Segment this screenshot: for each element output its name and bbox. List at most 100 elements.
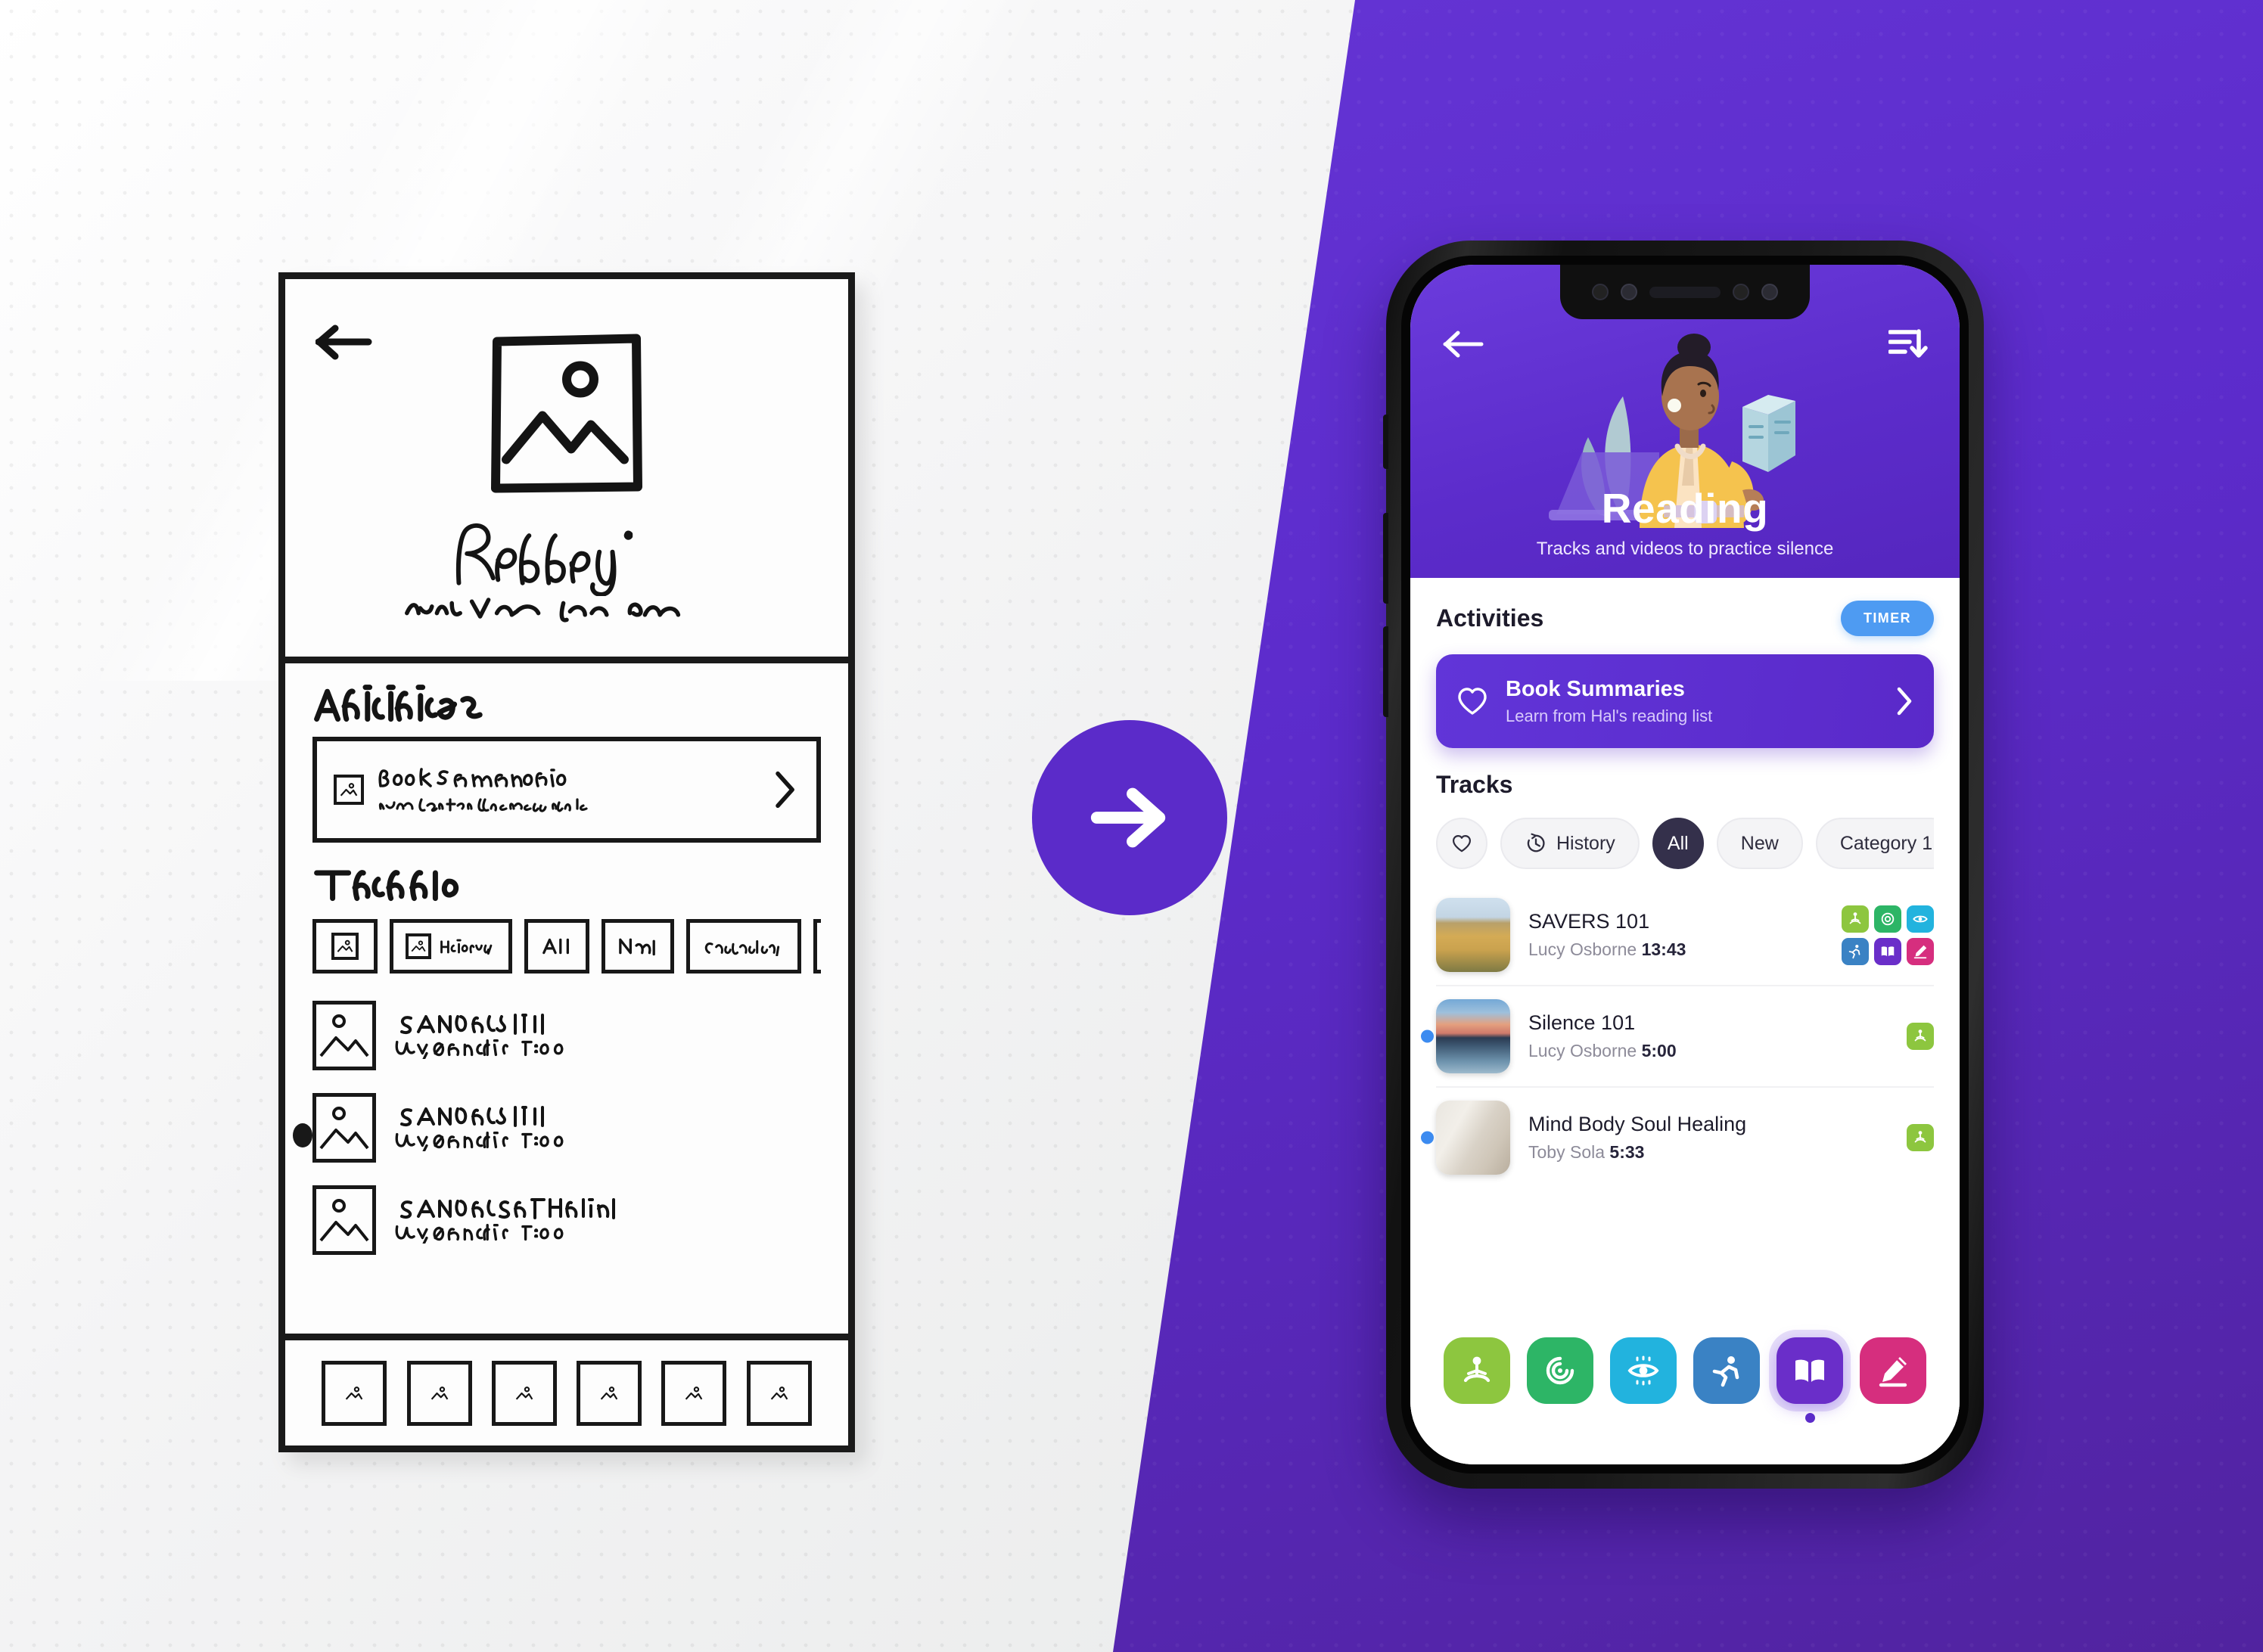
- transition-arrow-badge: [1032, 720, 1227, 915]
- track-info: SAVERS 101 Lucy Osborne 13:43: [1528, 910, 1819, 960]
- nav-item-affirmation[interactable]: [1527, 1337, 1593, 1404]
- wireframe-nav-item: [577, 1360, 642, 1426]
- chip-new[interactable]: New: [1716, 818, 1803, 869]
- track-row[interactable]: Silence 101 Lucy Osborne 5:00: [1421, 985, 1934, 1086]
- activity-card-text: Book Summaries Learn from Hal's reading …: [1506, 677, 1878, 726]
- open-book-icon: [1881, 946, 1895, 956]
- badge-exercise: [1842, 937, 1869, 965]
- timer-button[interactable]: TIMER: [1841, 601, 1934, 636]
- sensor-icon: [1733, 284, 1749, 300]
- image-placeholder-icon: [515, 1386, 533, 1400]
- nav-button-affirmation[interactable]: [1527, 1337, 1593, 1404]
- track-title: Silence 101: [1528, 1011, 1636, 1034]
- bottom-navigation-bar[interactable]: [1410, 1321, 1960, 1464]
- wireframe-title-scribble: [455, 523, 633, 596]
- wireframe-activity-title-scribble: [378, 768, 567, 787]
- badge-silence: [1907, 1023, 1934, 1050]
- track-thumbnail: [1436, 1101, 1510, 1175]
- wireframe-track-meta-scribble: [395, 1224, 564, 1244]
- nav-active-indicator: [1804, 1413, 1815, 1423]
- chip-all[interactable]: All: [1652, 818, 1704, 869]
- header-text-block: Reading Tracks and videos to practice si…: [1410, 486, 1960, 560]
- back-arrow-icon[interactable]: [1442, 328, 1486, 360]
- wireframe-chip: [686, 919, 801, 974]
- image-placeholder-icon: [685, 1386, 703, 1400]
- sort-descending-icon[interactable]: [1888, 327, 1928, 362]
- phone-side-button: [1383, 415, 1388, 469]
- wireframe-chip-label-scribble: [542, 938, 569, 955]
- sensor-icon: [1761, 284, 1778, 300]
- chevron-right-icon: [776, 771, 794, 809]
- wireframe-hero-section: [285, 279, 848, 663]
- track-row[interactable]: Mind Body Soul Healing Toby Sola 5:33: [1421, 1086, 1934, 1188]
- wireframe-chip: [312, 919, 378, 974]
- wireframe-nav-item: [491, 1360, 557, 1426]
- meditating-person-icon: [1914, 1029, 1926, 1042]
- app-body: Activities TIMER Book Summaries Learn fr…: [1410, 578, 1960, 1464]
- open-book-icon: [1795, 1359, 1824, 1382]
- wireframe-activities-heading: [314, 685, 483, 722]
- chip-favorites[interactable]: [1436, 818, 1487, 869]
- nav-button-reading[interactable]: [1777, 1337, 1843, 1404]
- earpiece-speaker: [1649, 286, 1721, 298]
- wireframe-track-meta-scribble: [395, 1039, 564, 1059]
- wireframe-track-title-scribble: [400, 1014, 544, 1035]
- nav-item-scribing[interactable]: [1860, 1337, 1926, 1404]
- writing-hand-icon: [1879, 1357, 1907, 1387]
- track-duration: 13:43: [1641, 939, 1686, 959]
- wireframe-track-title-scribble: [400, 1198, 615, 1219]
- track-artist: Lucy Osborne: [1528, 939, 1637, 959]
- meditating-person-icon: [1849, 911, 1861, 924]
- chip-history[interactable]: History: [1500, 818, 1640, 869]
- track-duration: 5:00: [1641, 1041, 1677, 1060]
- wireframe-chip: [524, 919, 589, 974]
- image-placeholder-icon: [331, 933, 359, 960]
- image-placeholder-icon: [312, 1001, 376, 1070]
- image-placeholder-icon: [431, 1386, 448, 1400]
- wireframe-nav-item: [661, 1360, 727, 1426]
- nav-button-silence[interactable]: [1444, 1337, 1510, 1404]
- image-placeholder-icon: [770, 1386, 788, 1400]
- phone-bezel: Reading Tracks and videos to practice si…: [1401, 256, 1969, 1473]
- activity-card-title: Book Summaries: [1506, 676, 1685, 701]
- writing-hand-icon: [1913, 945, 1927, 958]
- image-placeholder-icon: [312, 1093, 376, 1163]
- activity-card-book-summaries[interactable]: Book Summaries Learn from Hal's reading …: [1436, 654, 1934, 748]
- image-placeholder-icon: [346, 1386, 363, 1400]
- badge-visualization: [1907, 905, 1934, 933]
- nav-button-visualization[interactable]: [1610, 1337, 1677, 1404]
- back-arrow-icon: [316, 324, 372, 360]
- chevron-right-icon: [1897, 687, 1912, 716]
- nav-item-reading[interactable]: [1777, 1337, 1843, 1423]
- track-title: Mind Body Soul Healing: [1528, 1113, 1747, 1135]
- track-row[interactable]: SAVERS 101 Lucy Osborne 13:43: [1436, 885, 1934, 985]
- wireframe-subtitle-scribble: [405, 598, 681, 623]
- history-clock-icon: [1527, 833, 1545, 852]
- badge-affirmation: [1874, 905, 1901, 933]
- nav-button-exercise[interactable]: [1693, 1337, 1760, 1404]
- arrow-right-icon: [1090, 787, 1166, 848]
- phone-screen: Reading Tracks and videos to practice si…: [1410, 265, 1960, 1464]
- wireframe-chip: [390, 919, 512, 974]
- track-unplayed-dot: [1421, 1029, 1434, 1043]
- wireframe-chip: [813, 919, 821, 974]
- nav-item-visualization[interactable]: [1610, 1337, 1677, 1404]
- eye-radiating-icon: [1913, 915, 1928, 922]
- track-title: SAVERS 101: [1528, 910, 1650, 933]
- wireframe-chip-label-scribble: [704, 939, 780, 956]
- image-placeholder-icon: [312, 1185, 376, 1255]
- track-filter-chip-row[interactable]: History All New Category 1: [1436, 815, 1934, 871]
- meditating-person-icon: [1914, 1131, 1926, 1143]
- track-badges: [1837, 1124, 1934, 1151]
- activities-heading: Activities: [1436, 604, 1544, 632]
- wireframe-track-title-scribble: [400, 1106, 544, 1127]
- track-meta: Lucy Osborne 5:00: [1528, 1041, 1819, 1061]
- running-person-icon: [1848, 944, 1860, 958]
- nav-button-scribing[interactable]: [1860, 1337, 1926, 1404]
- nav-item-silence[interactable]: [1444, 1337, 1510, 1404]
- track-unplayed-dot: [1421, 1131, 1434, 1144]
- nav-item-exercise[interactable]: [1693, 1337, 1760, 1404]
- chip-category-1[interactable]: Category 1: [1815, 818, 1934, 869]
- track-badges: [1837, 905, 1934, 965]
- track-artist: Toby Sola: [1528, 1142, 1606, 1162]
